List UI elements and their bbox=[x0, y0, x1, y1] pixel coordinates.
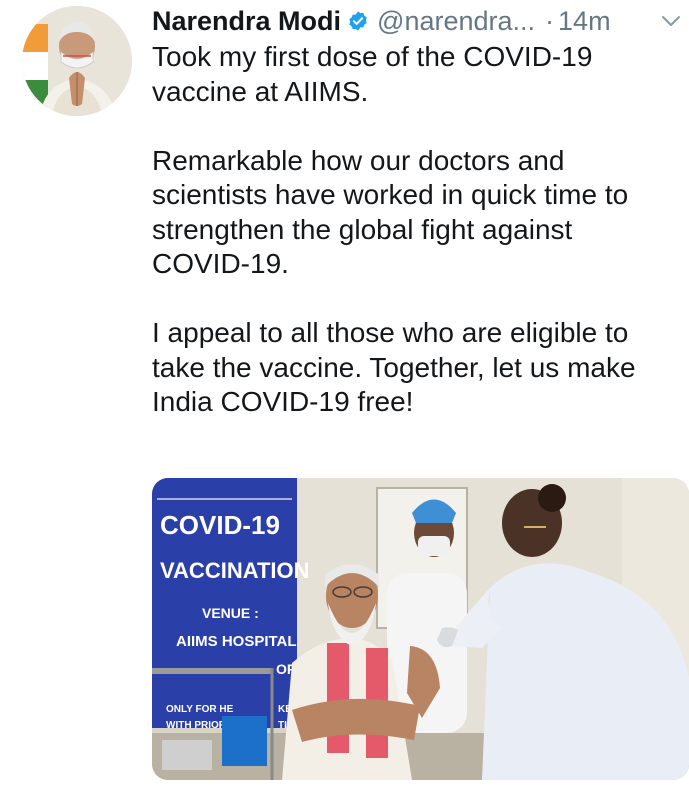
tweet-timestamp[interactable]: 14m bbox=[558, 6, 611, 37]
avatar-image bbox=[22, 6, 132, 116]
tweet[interactable]: Narendra Modi @narendra... · 14m Took my… bbox=[0, 0, 689, 800]
time-separator: · bbox=[545, 5, 555, 36]
tweet-header: Narendra Modi @narendra... · 14m bbox=[152, 2, 682, 40]
tweet-paragraph: Took my first dose of the COVID-19 vacci… bbox=[152, 41, 593, 107]
tweet-photo[interactable]: COVID-19 VACCINATION VENUE : AIIMS HOSPI… bbox=[152, 478, 689, 780]
sign-line-1: COVID-19 bbox=[160, 510, 280, 540]
sign-line-3: VENUE : bbox=[202, 605, 259, 621]
verified-badge-icon bbox=[347, 10, 369, 32]
avatar[interactable] bbox=[22, 6, 132, 116]
sign-line-2: VACCINATION bbox=[160, 558, 310, 583]
sign-small-2: WITH PRIOR bbox=[166, 720, 227, 731]
vaccination-photo: COVID-19 VACCINATION VENUE : AIIMS HOSPI… bbox=[152, 478, 689, 780]
sign-small-1: ONLY FOR HE bbox=[166, 704, 234, 715]
tweet-paragraph: Remarkable how our doctors and scientist… bbox=[152, 144, 629, 280]
chevron-down-icon[interactable] bbox=[660, 10, 682, 32]
tweet-paragraph: I appeal to all those who are eligible t… bbox=[152, 317, 636, 417]
author-name[interactable]: Narendra Modi bbox=[152, 6, 341, 37]
sign-line-4: AIIMS HOSPITAL bbox=[176, 633, 297, 650]
tweet-text: Took my first dose of the COVID-19 vacci… bbox=[152, 40, 682, 420]
author-handle[interactable]: @narendra... bbox=[377, 6, 535, 37]
